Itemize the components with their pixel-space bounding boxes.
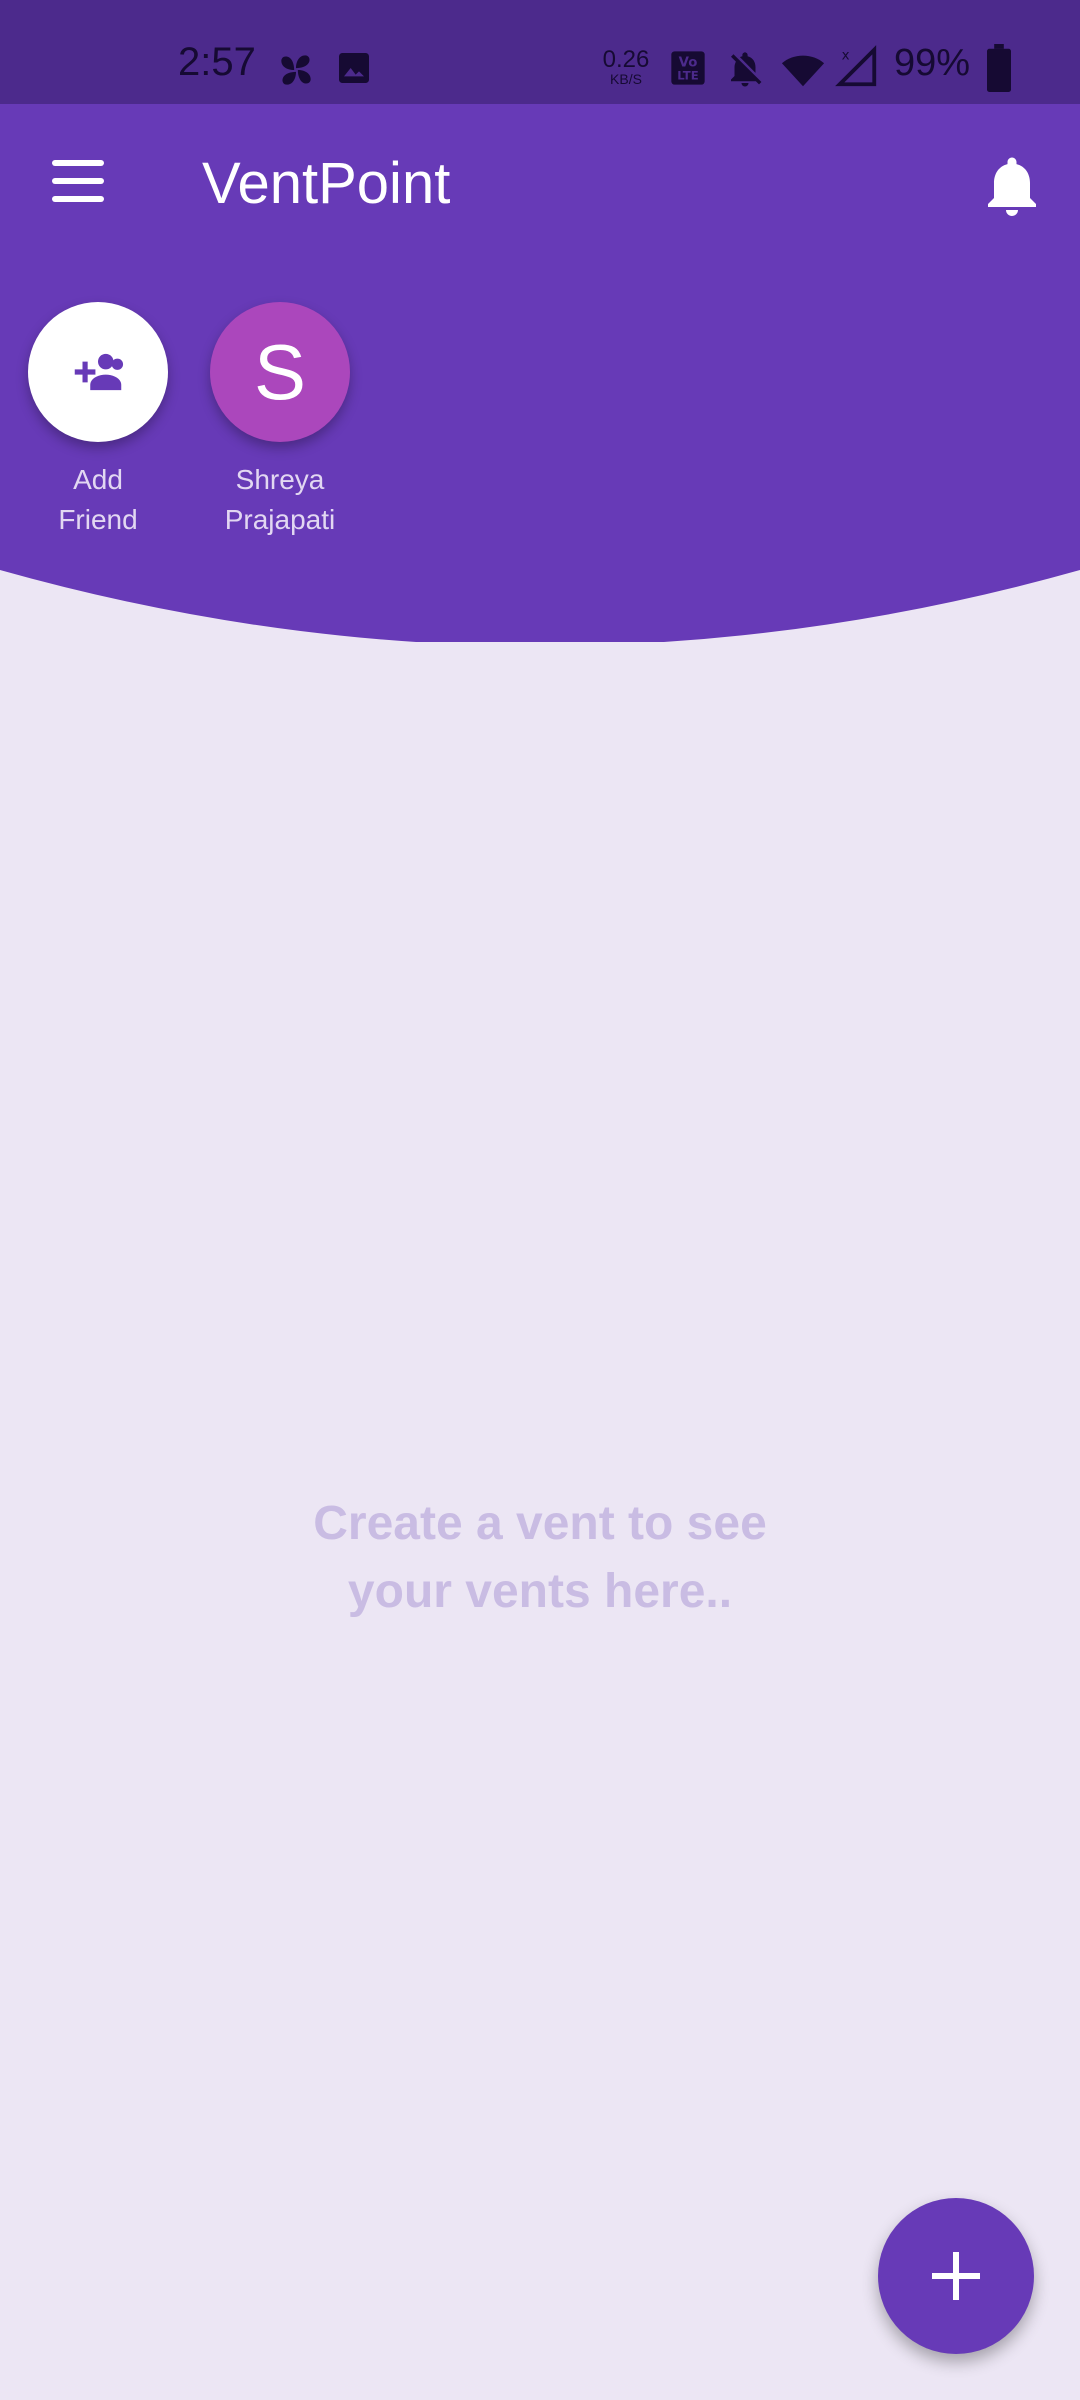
add-friend-avatar[interactable]: [28, 302, 168, 442]
battery-icon: [987, 44, 1011, 92]
status-bar: 2:57 0.26 KB/S Vo LTE x 99%: [0, 0, 1080, 104]
volte-icon: Vo LTE: [671, 51, 705, 85]
friend-item[interactable]: S Shreya Prajapati: [200, 302, 360, 540]
bell-off-icon: [731, 52, 762, 87]
friend-name-label: Shreya Prajapati: [224, 464, 336, 535]
plus-icon: [932, 2252, 980, 2300]
svg-text:LTE: LTE: [677, 69, 698, 83]
svg-text:x: x: [842, 48, 850, 63]
battery-percentage: 99%: [894, 42, 971, 84]
bell-icon[interactable]: [976, 150, 1048, 222]
friend-avatar-initial: S: [253, 327, 307, 416]
hamburger-menu-icon[interactable]: [40, 154, 116, 214]
create-vent-fab[interactable]: [878, 2198, 1034, 2354]
app-title: VentPoint: [202, 151, 451, 216]
image-icon: [339, 53, 369, 83]
status-time: 2:57: [178, 40, 256, 84]
app-bar: VentPoint: [0, 104, 1080, 263]
add-friend-icon: [74, 353, 124, 391]
pinwheel-icon: [281, 55, 311, 85]
add-friend-label: Add Friend: [58, 464, 138, 535]
add-friend-button[interactable]: Add Friend: [18, 302, 178, 540]
network-speed: 0.26 KB/S: [602, 46, 650, 87]
wifi-icon: [781, 55, 825, 87]
empty-state-message: Create a vent to see your vents here..: [313, 1497, 767, 1618]
signal-icon: x: [835, 45, 877, 87]
friend-avatar[interactable]: S: [210, 302, 350, 442]
